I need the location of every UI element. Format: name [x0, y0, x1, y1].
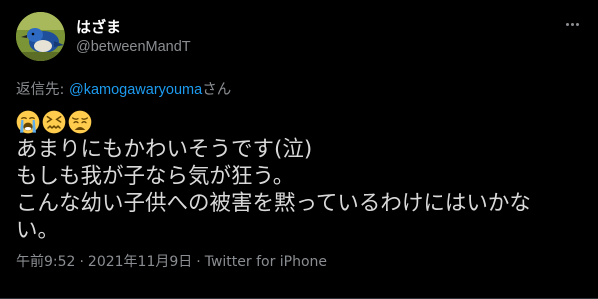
display-name[interactable]: はざま — [76, 18, 191, 36]
tweet-body-line: こんな幼い子供への被害を黙っているわけにはいかな — [16, 191, 531, 216]
user-handle[interactable]: @betweenMandT — [76, 37, 191, 57]
author-names: はざま @betweenMandT — [76, 18, 191, 57]
tweet-body-line: あまりにもかわいそうです(泣) — [16, 137, 313, 162]
emoji-row — [16, 110, 582, 136]
more-dot — [570, 22, 574, 26]
more-dots-icon — [565, 22, 569, 26]
tweet-body: あまりにもかわいそうです(泣) もしも我が子なら気が狂う。 こんな幼い子供への被… — [16, 136, 582, 244]
client-link[interactable]: Twitter for iPhone — [205, 254, 327, 270]
more-options-button[interactable] — [562, 14, 582, 34]
reply-prefix: 返信先: — [16, 82, 69, 98]
tweet-body-line: もしも我が子なら気が狂う。 — [16, 164, 295, 189]
tweet-date[interactable]: 2021年11月9日 — [88, 254, 192, 270]
loudly-crying-face-icon — [16, 110, 40, 134]
reply-to-line: 返信先: @kamogawaryoumaさん — [16, 80, 582, 100]
reply-suffix: さん — [202, 82, 232, 98]
tweet-time[interactable]: 午前9:52 — [16, 254, 75, 270]
bird-avatar-icon — [16, 12, 65, 61]
more-dot — [575, 22, 579, 26]
tweet: はざま @betweenMandT 返信先: @kamogawaryoumaさん — [0, 0, 598, 299]
confounded-face-icon — [42, 110, 66, 134]
weary-face-icon — [68, 110, 92, 134]
meta-separator: · — [196, 254, 201, 270]
meta-separator: · — [79, 254, 84, 270]
avatar[interactable] — [16, 12, 65, 61]
tweet-meta: 午前9:52 · 2021年11月9日 · Twitter for iPhone — [16, 252, 582, 272]
tweet-header: はざま @betweenMandT — [16, 12, 582, 62]
reply-mention-link[interactable]: @kamogawaryouma — [69, 82, 202, 98]
tweet-body-line: い。 — [16, 218, 60, 243]
